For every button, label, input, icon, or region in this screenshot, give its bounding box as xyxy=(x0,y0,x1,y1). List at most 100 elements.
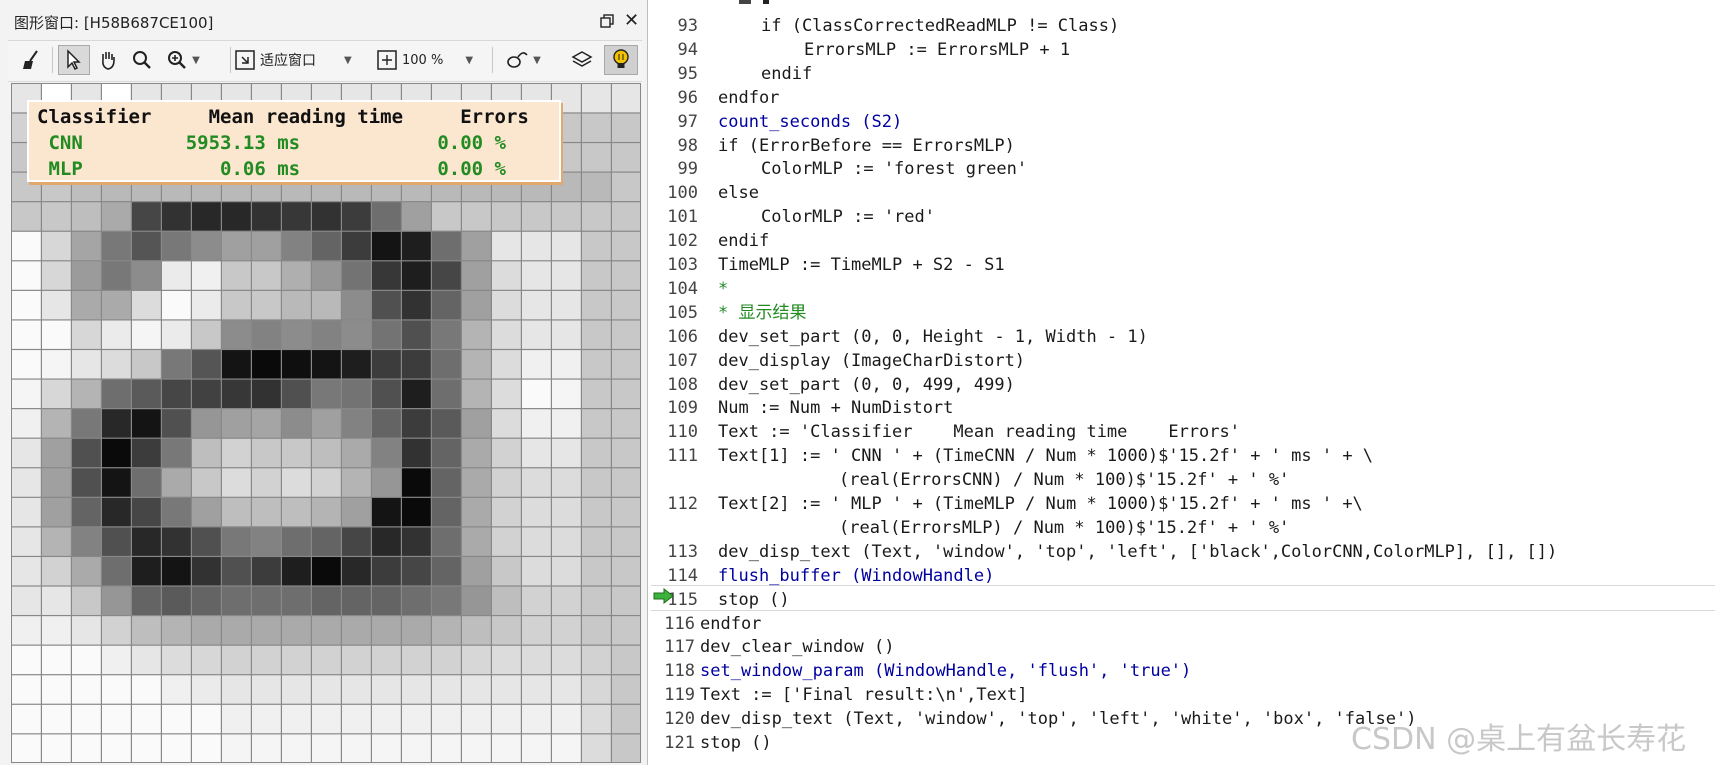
pixel-cell xyxy=(432,645,461,675)
chevron-down-icon: ▼ xyxy=(344,54,352,66)
pixel-cell xyxy=(342,409,371,438)
code-line[interactable]: 116 endfor xyxy=(649,612,1715,636)
pixel-cell xyxy=(162,409,191,438)
close-icon[interactable]: ✕ xyxy=(624,12,639,30)
code-line[interactable]: 101 ColorMLP := 'red' xyxy=(649,205,1715,229)
code-line[interactable]: 96 endfor xyxy=(649,86,1715,110)
code-line[interactable]: 111 Text[1] := ' CNN ' + (TimeCNN / Num *… xyxy=(649,444,1715,468)
clear-broom-icon[interactable] xyxy=(16,45,48,75)
pixel-cell xyxy=(102,675,131,704)
pixel-cell xyxy=(342,704,371,734)
pixel-cell xyxy=(72,557,101,586)
restore-icon[interactable] xyxy=(600,14,614,28)
pixel-cell xyxy=(402,557,431,586)
pan-hand-icon[interactable] xyxy=(92,45,124,75)
code-line[interactable]: 104 * xyxy=(649,277,1715,301)
code-line[interactable]: 115 stop () xyxy=(649,588,1715,612)
code-line[interactable]: 98 if (ErrorBefore == ErrorsMLP) xyxy=(649,134,1715,158)
code-line[interactable]: 112 Text[2] := ' MLP ' + (TimeMLP / Num *… xyxy=(649,492,1715,516)
code-line[interactable]: 105 * 显示结果 xyxy=(649,301,1715,325)
image-canvas[interactable]: Classifier Mean reading time Errors CNN … xyxy=(11,83,641,763)
code-line[interactable]: 99 ColorMLP := 'forest green' xyxy=(649,157,1715,181)
pixel-cell xyxy=(492,616,521,645)
pixel-cell xyxy=(582,704,611,734)
line-number: 102 xyxy=(667,231,698,252)
pixel-cell xyxy=(282,557,311,586)
pointer-icon[interactable] xyxy=(58,45,90,75)
pixel-cell xyxy=(102,645,131,675)
pixel-cell xyxy=(492,202,521,231)
line-number: 110 xyxy=(667,422,698,443)
pixel-cell xyxy=(372,468,401,497)
pixel-cell xyxy=(192,704,221,734)
pixel-cell xyxy=(402,261,431,290)
code-line[interactable]: (real(ErrorsCNN) / Num * 100)$'15.2f' + … xyxy=(649,468,1715,492)
pixel-cell xyxy=(192,350,221,379)
code-line[interactable]: (real(ErrorsMLP) / Num * 100)$'15.2f' + … xyxy=(649,516,1715,540)
code-editor[interactable]: 93 if (ClassCorrectedReadMLP != Class) 94 E… xyxy=(649,0,1715,767)
pixel-cell xyxy=(282,438,311,468)
code-text: dev_disp_text (Text, 'window', 'top', 'l… xyxy=(700,709,1417,730)
code-line[interactable]: 108 dev_set_part (0, 0, 499, 499) xyxy=(649,373,1715,397)
pixel-cell xyxy=(102,261,131,290)
code-line[interactable]: 107 dev_display (ImageCharDistort) xyxy=(649,349,1715,373)
pixel-cell xyxy=(282,290,311,320)
pixel-cell xyxy=(312,557,341,586)
code-line[interactable]: 93 if (ClassCorrectedReadMLP != Class) xyxy=(649,14,1715,38)
pixel-cell xyxy=(252,320,281,349)
magnifier-icon[interactable] xyxy=(126,45,158,75)
pixel-cell xyxy=(522,379,551,409)
pixel-cell xyxy=(612,468,640,497)
pixel-cell xyxy=(522,438,551,468)
pixel-cell xyxy=(12,290,41,320)
graphics-window-titlebar[interactable]: 图形窗口: [H58B687CE100] ✕ xyxy=(0,8,647,38)
code-text: dev_disp_text (Text, 'window', 'top', 'l… xyxy=(718,541,1558,562)
pixel-cell xyxy=(312,527,341,556)
zoom-level-dropdown[interactable]: 100 % ▼ xyxy=(376,45,488,75)
pixel-cell xyxy=(342,586,371,615)
lightbulb-icon[interactable] xyxy=(604,45,638,75)
pixel-cell xyxy=(372,350,401,379)
code-line[interactable]: 113 dev_disp_text (Text, 'window', 'top',… xyxy=(649,540,1715,564)
code-line[interactable]: 103 TimeMLP := TimeMLP + S2 - S1 xyxy=(649,253,1715,277)
pixel-cell xyxy=(192,202,221,231)
code-text: dev_clear_window () xyxy=(700,637,895,658)
pixel-cell xyxy=(72,497,101,527)
pixel-cell xyxy=(612,497,640,527)
code-line[interactable]: 94 ErrorsMLP := ErrorsMLP + 1 xyxy=(649,38,1715,62)
code-line[interactable]: 100 else xyxy=(649,181,1715,205)
code-line[interactable]: 97 count_seconds (S2) xyxy=(649,110,1715,134)
code-line[interactable]: 110 Text := 'Classifier Mean reading time… xyxy=(649,420,1715,444)
layers-icon[interactable] xyxy=(566,45,598,75)
pixel-cell xyxy=(222,645,251,675)
code-line[interactable]: 106 dev_set_part (0, 0, Height - 1, Width… xyxy=(649,325,1715,349)
pixel-cell xyxy=(342,438,371,468)
pixel-cell xyxy=(462,468,491,497)
pixel-cell xyxy=(402,645,431,675)
pixel-cell xyxy=(162,231,191,261)
code-line[interactable]: 95 endif xyxy=(649,62,1715,86)
fit-window-dropdown[interactable]: 适应窗口 ▼ xyxy=(234,45,374,75)
pixel-cell xyxy=(552,527,581,556)
code-line[interactable]: 117 dev_clear_window () xyxy=(649,635,1715,659)
pixel-cell xyxy=(252,409,281,438)
pixel-cell xyxy=(342,350,371,379)
code-line[interactable]: 118 set_window_param (WindowHandle, 'flus… xyxy=(649,659,1715,683)
code-line[interactable]: 109 Num := Num + NumDistort xyxy=(649,396,1715,420)
pixel-cell xyxy=(162,350,191,379)
shape-draw-icon[interactable]: ▼ xyxy=(498,45,548,75)
line-number: 95 xyxy=(677,63,698,84)
code-text: count_seconds (S2) xyxy=(718,111,903,132)
code-line[interactable]: 114 flush_buffer (WindowHandle) xyxy=(649,564,1715,588)
zoom-in-icon[interactable]: ▼ xyxy=(160,45,206,75)
code-line[interactable]: 102 endif xyxy=(649,229,1715,253)
pixel-cell xyxy=(492,645,521,675)
chevron-down-icon: ▼ xyxy=(533,54,541,66)
code-line[interactable]: 119 Text := ['Final result:\n',Text] xyxy=(649,683,1715,707)
pixel-cell xyxy=(222,379,251,409)
pixel-cell xyxy=(252,527,281,556)
graphics-window: 图形窗口: [H58B687CE100] ✕ ▼ 适应窗口 ▼ 100 % ▼ … xyxy=(0,0,648,765)
pixel-cell xyxy=(72,350,101,379)
pixel-cell xyxy=(492,527,521,556)
pixel-cell xyxy=(582,586,611,615)
